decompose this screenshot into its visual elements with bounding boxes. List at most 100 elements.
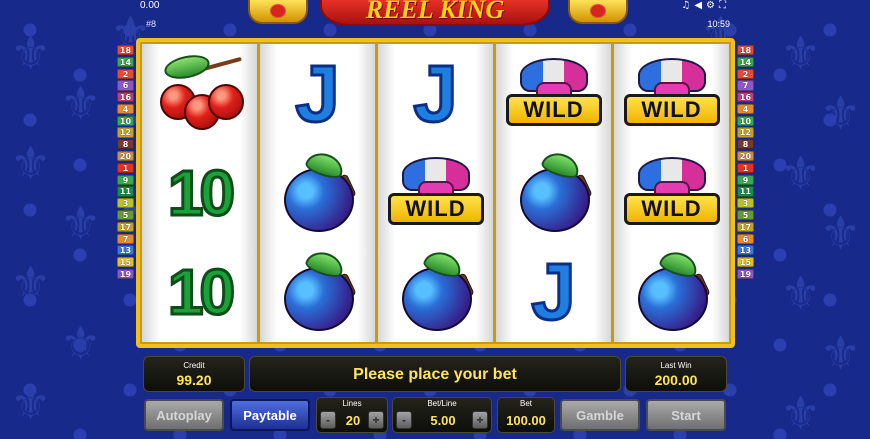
line-number-17: 17 — [737, 221, 754, 232]
reel-cell — [260, 143, 375, 242]
reel-cell: WILD — [614, 44, 729, 143]
last-win-display: Last Win 200.00 — [625, 356, 727, 392]
line-number-10: 10 — [117, 115, 134, 126]
crown-icon-left — [248, 0, 308, 24]
reel-cell — [260, 243, 375, 342]
line-number-12: 12 — [117, 127, 134, 138]
lines-minus-button[interactable]: - — [320, 411, 336, 429]
line-number-2: 2 — [117, 68, 134, 79]
line-number-16: 16 — [117, 92, 134, 103]
reel-2: J — [260, 44, 375, 342]
last-win-value: 200.00 — [654, 372, 698, 388]
line-number-9: 9 — [117, 174, 134, 185]
ten-symbol: 10 — [166, 256, 236, 329]
reel-4: WILD J — [496, 44, 611, 342]
reel-5: WILD WILD — [614, 44, 729, 342]
line-number-9: 9 — [737, 174, 754, 185]
line-number-14: 14 — [117, 56, 134, 67]
reel-cell: 10 — [142, 143, 257, 242]
fleur-de-lis-icon: ⚜ — [780, 266, 822, 320]
top-icons: ♫◀⚙⛶ — [681, 0, 730, 11]
credit-value: 99.20 — [176, 372, 212, 388]
line-number-14: 14 — [737, 56, 754, 67]
line-number-7: 7 — [117, 233, 134, 244]
reel-cell: WILD — [496, 44, 611, 143]
reel-cell: J — [378, 44, 493, 143]
line-number-6: 6 — [117, 80, 134, 91]
top-credit-display: 0.00 — [140, 0, 160, 11]
line-number-4: 4 — [737, 103, 754, 115]
reel-cell — [378, 243, 493, 342]
plum-icon — [396, 247, 476, 332]
reel-cell — [142, 44, 257, 143]
line-number-8: 8 — [117, 139, 134, 150]
fullscreen-icon[interactable]: ⛶ — [719, 0, 730, 11]
wild-label: WILD — [405, 195, 466, 221]
line-number-13: 13 — [117, 245, 134, 256]
reel-frame: 10 10 J J WILD WILD J WILD WILD — [136, 38, 735, 348]
wild-label: WILD — [641, 96, 702, 122]
music-note-icon[interactable]: ♫ — [681, 0, 694, 11]
reel-cell: J — [260, 44, 375, 143]
line-indicators-left: 18 14 2 6 16 4 10 12 8 20 1 9 11 3 5 17 7 13 15 19 — [117, 45, 135, 281]
bet-per-line-value: 5.00 — [430, 413, 456, 428]
line-number-20: 20 — [737, 151, 754, 162]
lines-plus-button[interactable]: + — [368, 411, 384, 429]
game-id-label: #8 — [146, 19, 157, 29]
jack-symbol: J — [412, 48, 459, 138]
wild-symbol: WILD — [387, 155, 484, 231]
line-number-8: 8 — [737, 139, 754, 150]
logo-text: REEL KING — [365, 0, 505, 24]
paytable-button[interactable]: Paytable — [230, 399, 310, 431]
jack-symbol: J — [294, 48, 341, 138]
reels: 10 10 J J WILD WILD J WILD WILD — [142, 44, 729, 342]
line-number-4: 4 — [117, 103, 134, 115]
volume-icon[interactable]: ◀ — [694, 0, 706, 11]
line-number-12: 12 — [737, 127, 754, 138]
line-number-15: 15 — [737, 257, 754, 268]
reel-cell: WILD — [614, 143, 729, 242]
plum-icon — [278, 247, 358, 332]
line-number-18: 18 — [737, 45, 754, 56]
line-number-6: 6 — [737, 233, 754, 244]
line-indicators-right: 18 14 2 7 16 4 10 12 8 20 1 9 11 3 5 17 6 13 15 19 — [737, 45, 755, 281]
line-number-2: 2 — [737, 68, 754, 79]
reel-1: 10 10 — [142, 44, 257, 342]
reel-3: J WILD — [378, 44, 493, 342]
fleur-de-lis-icon: ⚜ — [820, 326, 862, 380]
line-number-5: 5 — [737, 209, 754, 221]
lines-value: 20 — [345, 413, 361, 428]
fleur-de-lis-icon: ⚜ — [60, 316, 102, 370]
lines-stepper: Lines - 20 + — [316, 397, 388, 433]
settings-icon[interactable]: ⚙ — [706, 0, 719, 11]
credit-label: Credit — [183, 361, 205, 370]
bet-value: 100.00 — [506, 413, 546, 428]
game-logo: REEL KING — [320, 0, 550, 26]
line-number-1: 1 — [117, 162, 134, 173]
reel-cell — [496, 143, 611, 242]
wild-symbol: WILD — [505, 56, 602, 132]
plum-icon — [632, 247, 712, 332]
jack-symbol: J — [530, 247, 577, 337]
reel-cell: J — [496, 243, 611, 342]
fleur-de-lis-icon: ⚜ — [10, 376, 52, 430]
bet-per-line-minus-button[interactable]: - — [396, 411, 412, 429]
line-number-19: 19 — [117, 268, 134, 280]
line-number-3: 3 — [117, 198, 134, 209]
line-number-15: 15 — [117, 257, 134, 268]
reel-cell: 10 — [142, 243, 257, 342]
cherry-icon — [154, 51, 246, 134]
reel-cell — [614, 243, 729, 342]
start-button[interactable]: Start — [646, 399, 726, 431]
line-number-19: 19 — [737, 268, 754, 280]
line-number-10: 10 — [737, 115, 754, 126]
crown-icon-right — [568, 0, 628, 24]
last-win-label: Last Win — [660, 361, 692, 370]
fleur-de-lis-icon: ⚜ — [780, 386, 822, 439]
gamble-button[interactable]: Gamble — [560, 399, 640, 431]
clock: 10:59 — [707, 19, 730, 29]
autoplay-button[interactable]: Autoplay — [144, 399, 224, 431]
message-display: Please place your bet — [249, 356, 621, 392]
bet-per-line-plus-button[interactable]: + — [472, 411, 488, 429]
line-number-20: 20 — [117, 151, 134, 162]
